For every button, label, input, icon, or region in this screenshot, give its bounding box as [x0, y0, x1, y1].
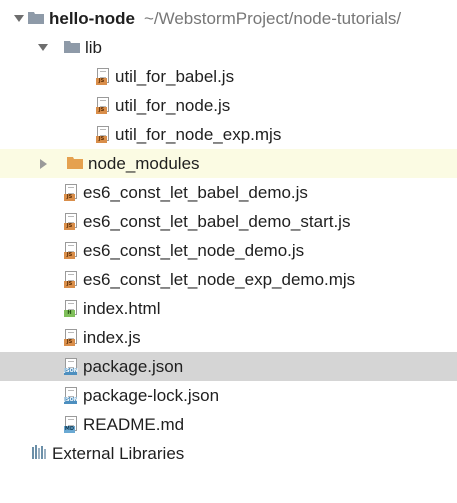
tree-row-file[interactable]: JS util_for_node.js	[0, 91, 457, 120]
root-folder-path: ~/WebstormProject/node-tutorials/	[143, 8, 402, 28]
file-name: es6_const_let_babel_demo_start.js	[83, 211, 351, 231]
folder-icon	[64, 38, 80, 58]
tree-row-lib[interactable]: lib	[0, 33, 457, 62]
chevron-down-icon[interactable]	[14, 14, 24, 24]
json-file-icon: JSON	[64, 387, 78, 404]
js-file-icon: JS	[64, 242, 78, 259]
project-tree: hello-node ~/WebstormProject/node-tutori…	[0, 0, 457, 503]
tree-row-file[interactable]: H index.html	[0, 294, 457, 323]
tree-row-file-selected[interactable]: JSON package.json	[0, 352, 457, 381]
tree-row-file[interactable]: JS es6_const_let_node_demo.js	[0, 236, 457, 265]
tree-row-file[interactable]: JS index.js	[0, 323, 457, 352]
tree-row-file[interactable]: JSON package-lock.json	[0, 381, 457, 410]
tree-row-file[interactable]: JS es6_const_let_node_exp_demo.mjs	[0, 265, 457, 294]
file-name: index.html	[83, 298, 161, 318]
chevron-down-icon[interactable]	[38, 43, 48, 53]
file-name: util_for_node.js	[115, 95, 231, 115]
tree-row-file[interactable]: JS es6_const_let_babel_demo_start.js	[0, 207, 457, 236]
folder-icon	[28, 9, 44, 29]
tree-row-root[interactable]: hello-node ~/WebstormProject/node-tutori…	[0, 4, 457, 33]
tree-row-file[interactable]: MD README.md	[0, 410, 457, 439]
folder-name: lib	[85, 37, 103, 57]
folder-name: node_modules	[88, 153, 200, 173]
chevron-right-icon[interactable]	[38, 158, 48, 169]
tree-row-file[interactable]: JS util_for_babel.js	[0, 62, 457, 91]
file-name: es6_const_let_node_demo.js	[83, 240, 305, 260]
file-name: package.json	[83, 356, 184, 376]
file-name: package-lock.json	[83, 385, 220, 405]
folder-icon	[67, 154, 83, 174]
tree-row-file[interactable]: JS util_for_node_exp.mjs	[0, 120, 457, 149]
js-file-icon: JS	[64, 184, 78, 201]
tree-row-node-modules[interactable]: node_modules	[0, 149, 457, 178]
tree-row-file[interactable]: JS es6_const_let_babel_demo.js	[0, 178, 457, 207]
tree-row-external-libraries[interactable]: External Libraries	[0, 439, 457, 468]
markdown-file-icon: MD	[64, 416, 78, 433]
external-libraries-label: External Libraries	[52, 443, 185, 463]
js-file-icon: JS	[96, 68, 110, 85]
root-folder-name: hello-node	[49, 8, 135, 28]
file-name: util_for_babel.js	[115, 66, 235, 86]
html-file-icon: H	[64, 300, 78, 317]
library-icon	[32, 444, 47, 464]
file-name: index.js	[83, 327, 141, 347]
file-name: es6_const_let_node_exp_demo.mjs	[83, 269, 356, 289]
js-file-icon: JS	[96, 97, 110, 114]
js-file-icon: JS	[64, 329, 78, 346]
js-file-icon: JS	[64, 213, 78, 230]
js-file-icon: JS	[64, 271, 78, 288]
file-name: README.md	[83, 414, 185, 434]
json-file-icon: JSON	[64, 358, 78, 375]
file-name: util_for_node_exp.mjs	[115, 124, 282, 144]
file-name: es6_const_let_babel_demo.js	[83, 182, 308, 202]
js-file-icon: JS	[96, 126, 110, 143]
